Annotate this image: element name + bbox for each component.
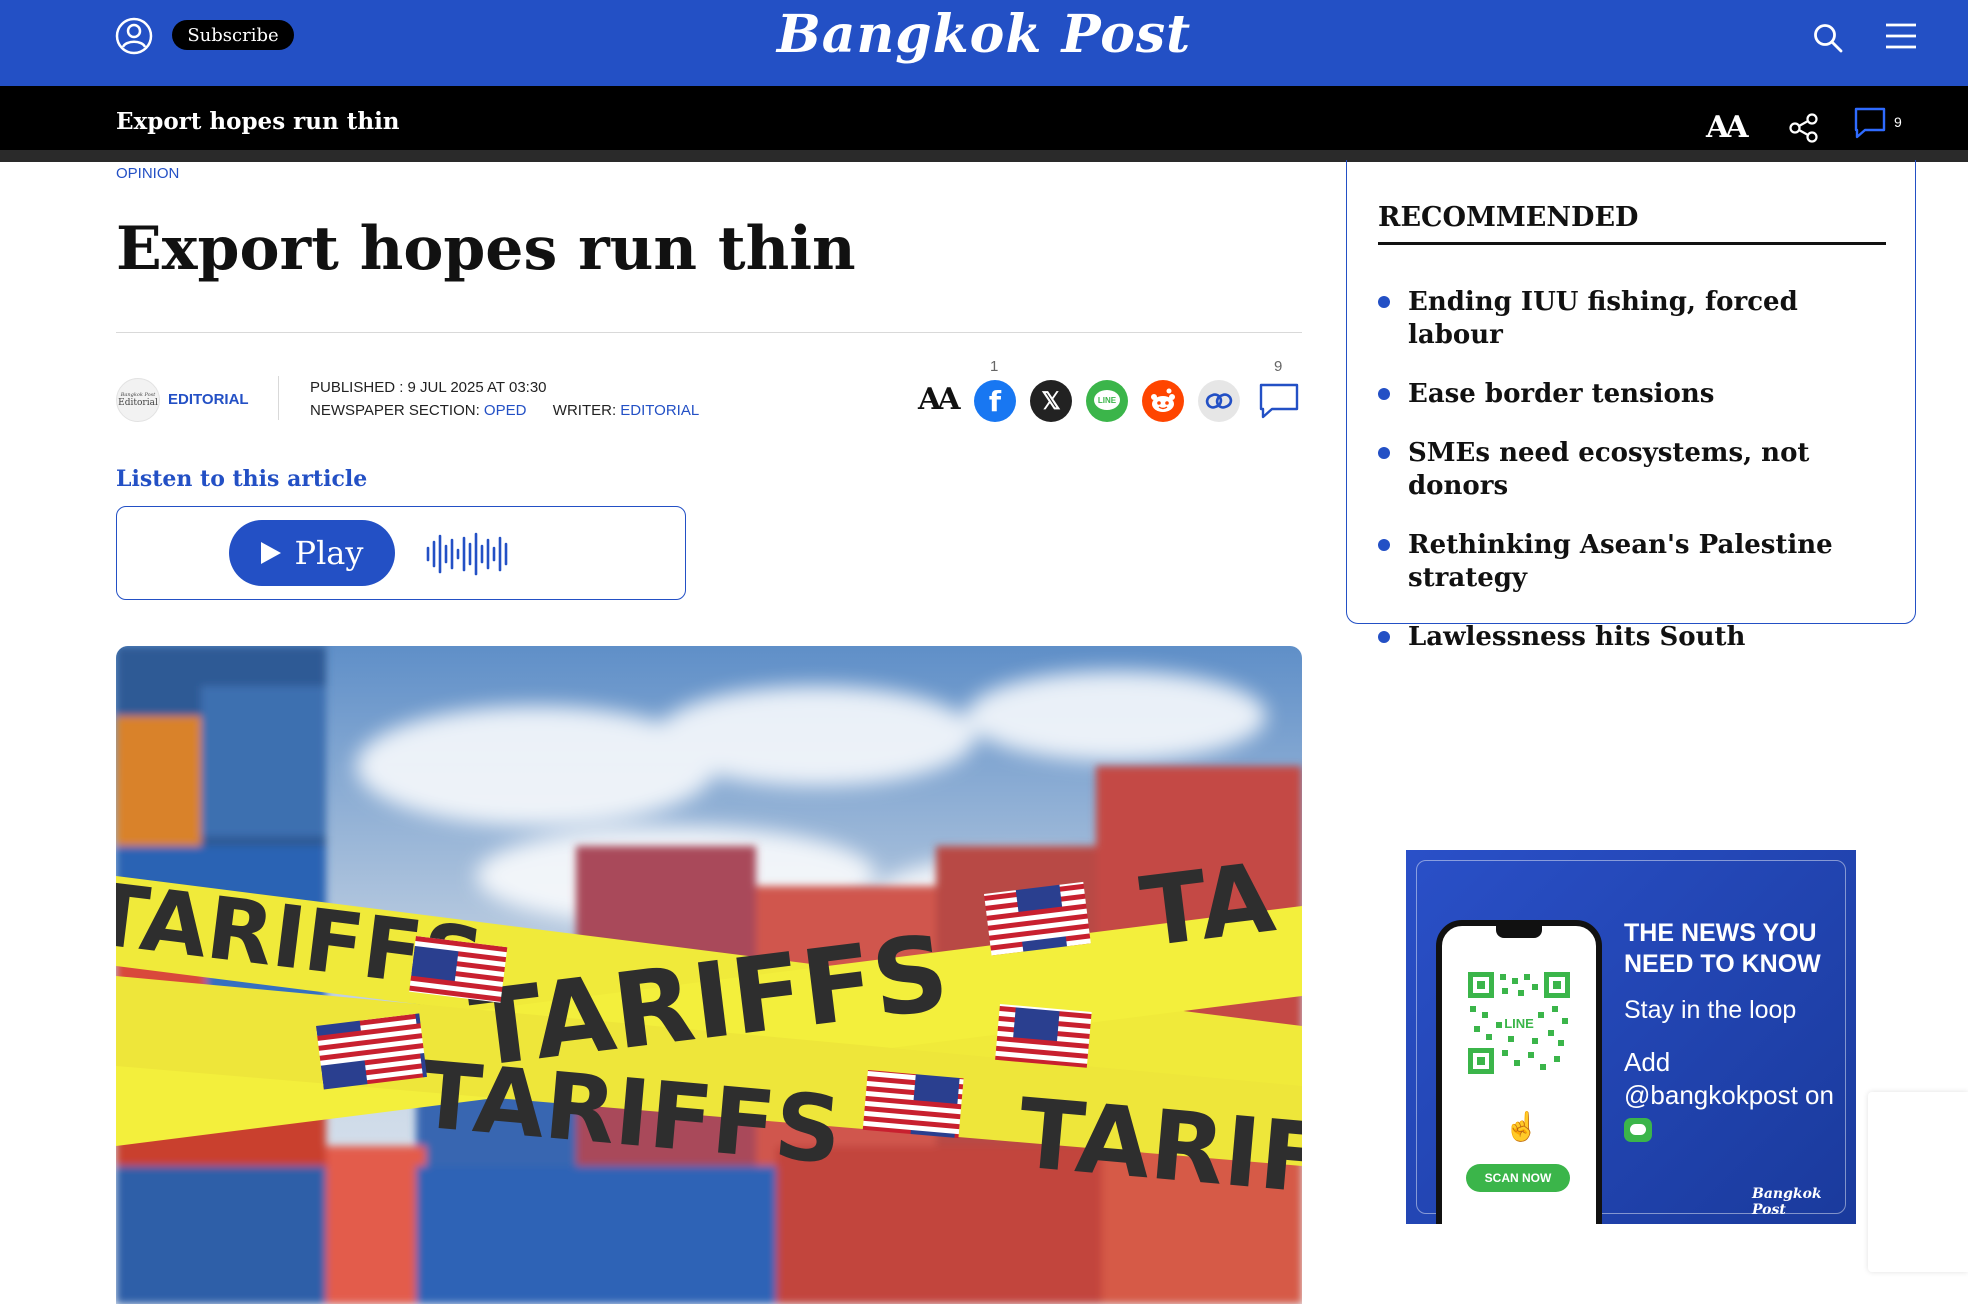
font-size-icon[interactable]: AA: [1706, 110, 1749, 145]
bullet-icon: [1378, 296, 1390, 308]
qr-line-label: LINE: [1504, 1016, 1534, 1031]
ad-headline: THE NEWS YOU NEED TO KNOW: [1624, 919, 1821, 978]
article-meta: NEWSPAPER SECTION: OPED WRITER: EDITORIA…: [310, 402, 699, 419]
comment-icon[interactable]: [1852, 106, 1888, 140]
ad-cta: Add @bangkokpost on: [1624, 1046, 1850, 1145]
audio-player: Play: [116, 506, 686, 600]
recommended-underline: [1378, 242, 1886, 245]
newspaper-section-label: NEWSPAPER SECTION:: [310, 402, 480, 419]
waveform-icon: [426, 532, 508, 576]
x-icon[interactable]: 𝕏: [1030, 380, 1072, 422]
recommended-item[interactable]: Ease border tensions: [1378, 378, 1898, 411]
bullet-icon: [1378, 631, 1390, 643]
recommended-item[interactable]: Rethinking Asean's Palestine strategy: [1378, 529, 1898, 595]
line-ad-banner[interactable]: LINE ☝ SCAN NOW THE NEWS YOU NEED TO KNO…: [1406, 850, 1856, 1224]
line-bubble: LINE: [1094, 390, 1120, 410]
recommended-item[interactable]: Lawlessness hits South: [1378, 621, 1898, 654]
tariffs-illustration: TARIFFS TARIFFS TARIFFS TARIFFS TA: [116, 646, 1302, 1304]
qr-code-icon: LINE: [1468, 972, 1570, 1074]
play-button[interactable]: Play: [229, 520, 395, 586]
font-size-icon[interactable]: AA: [918, 382, 961, 417]
floating-widget[interactable]: [1868, 1092, 1968, 1272]
line-icon[interactable]: LINE: [1086, 380, 1128, 422]
tape-text-5: TA: [1135, 842, 1280, 969]
bullet-icon: [1378, 447, 1390, 459]
published-date: PUBLISHED : 9 JUL 2025 AT 03:30: [310, 379, 547, 396]
recommended-list: Ending IUU fishing, forced labour Ease b…: [1378, 286, 1898, 680]
play-icon: [260, 542, 281, 564]
brand-logo[interactable]: Bangkok Post: [777, 4, 1191, 65]
copy-link-icon[interactable]: [1198, 380, 1240, 422]
bullet-icon: [1378, 539, 1390, 551]
subscribe-button[interactable]: Subscribe: [172, 20, 294, 50]
recommended-item[interactable]: SMEs need ecosystems, not donors: [1378, 437, 1898, 503]
line-glyph: LINE: [1098, 396, 1117, 405]
line-icon: [1624, 1118, 1652, 1143]
facebook-icon[interactable]: f: [974, 380, 1016, 422]
newspaper-section-link[interactable]: OPED: [484, 402, 527, 419]
recommended-item-label: Rethinking Asean's Palestine strategy: [1408, 530, 1833, 593]
divider: [116, 332, 1302, 333]
scan-now-button[interactable]: SCAN NOW: [1466, 1164, 1570, 1192]
bullet-icon: [1378, 388, 1390, 400]
page-title: Export hopes run thin: [116, 214, 856, 284]
byline-divider: [278, 376, 279, 420]
menu-icon[interactable]: [1884, 20, 1918, 52]
author-link[interactable]: EDITORIAL: [168, 391, 249, 408]
reddit-icon[interactable]: [1142, 380, 1184, 422]
recommended-item-label: SMEs need ecosystems, not donors: [1408, 438, 1810, 501]
hero-image: TARIFFS TARIFFS TARIFFS TARIFFS TA: [116, 646, 1302, 1304]
ad-subline: Stay in the loop: [1624, 996, 1797, 1024]
comment-count: 9: [1894, 114, 1902, 130]
facebook-share-count: 1: [990, 358, 999, 375]
share-icon[interactable]: [1788, 112, 1820, 144]
recommended-item-label: Ease border tensions: [1408, 379, 1715, 409]
ad-cta-text: Add @bangkokpost on: [1624, 1047, 1834, 1110]
recommended-item-label: Ending IUU fishing, forced labour: [1408, 287, 1798, 350]
share-toolbar: AA f 𝕏 LINE: [916, 378, 1306, 424]
author-avatar-bottom: Editorial: [118, 398, 158, 408]
play-label: Play: [294, 534, 364, 572]
listen-label: Listen to this article: [116, 466, 368, 492]
recommended-item[interactable]: Ending IUU fishing, forced labour: [1378, 286, 1898, 352]
recommended-title: RECOMMENDED: [1378, 202, 1639, 233]
recommended-item-label: Lawlessness hits South: [1408, 622, 1746, 652]
writer-label: WRITER:: [552, 402, 617, 419]
phone-mockup: LINE ☝ SCAN NOW: [1436, 920, 1602, 1224]
comment-count-article: 9: [1274, 358, 1283, 375]
search-icon[interactable]: [1812, 22, 1844, 54]
user-icon[interactable]: [114, 16, 154, 56]
hand-pointer-icon: ☝: [1504, 1111, 1539, 1142]
phone-notch: [1496, 926, 1542, 938]
ad-brand-logo: Bangkok Post: [1752, 1186, 1822, 1218]
section-label[interactable]: OPINION: [116, 168, 179, 186]
author-avatar[interactable]: Bangkok Post Editorial: [116, 378, 160, 422]
comment-icon[interactable]: [1258, 382, 1300, 420]
sticky-article-bar: Export hopes run thin AA 9: [0, 86, 1968, 162]
top-header: Subscribe Bangkok Post: [0, 0, 1968, 86]
writer-link[interactable]: EDITORIAL: [620, 402, 699, 419]
sticky-title: Export hopes run thin: [116, 108, 400, 135]
